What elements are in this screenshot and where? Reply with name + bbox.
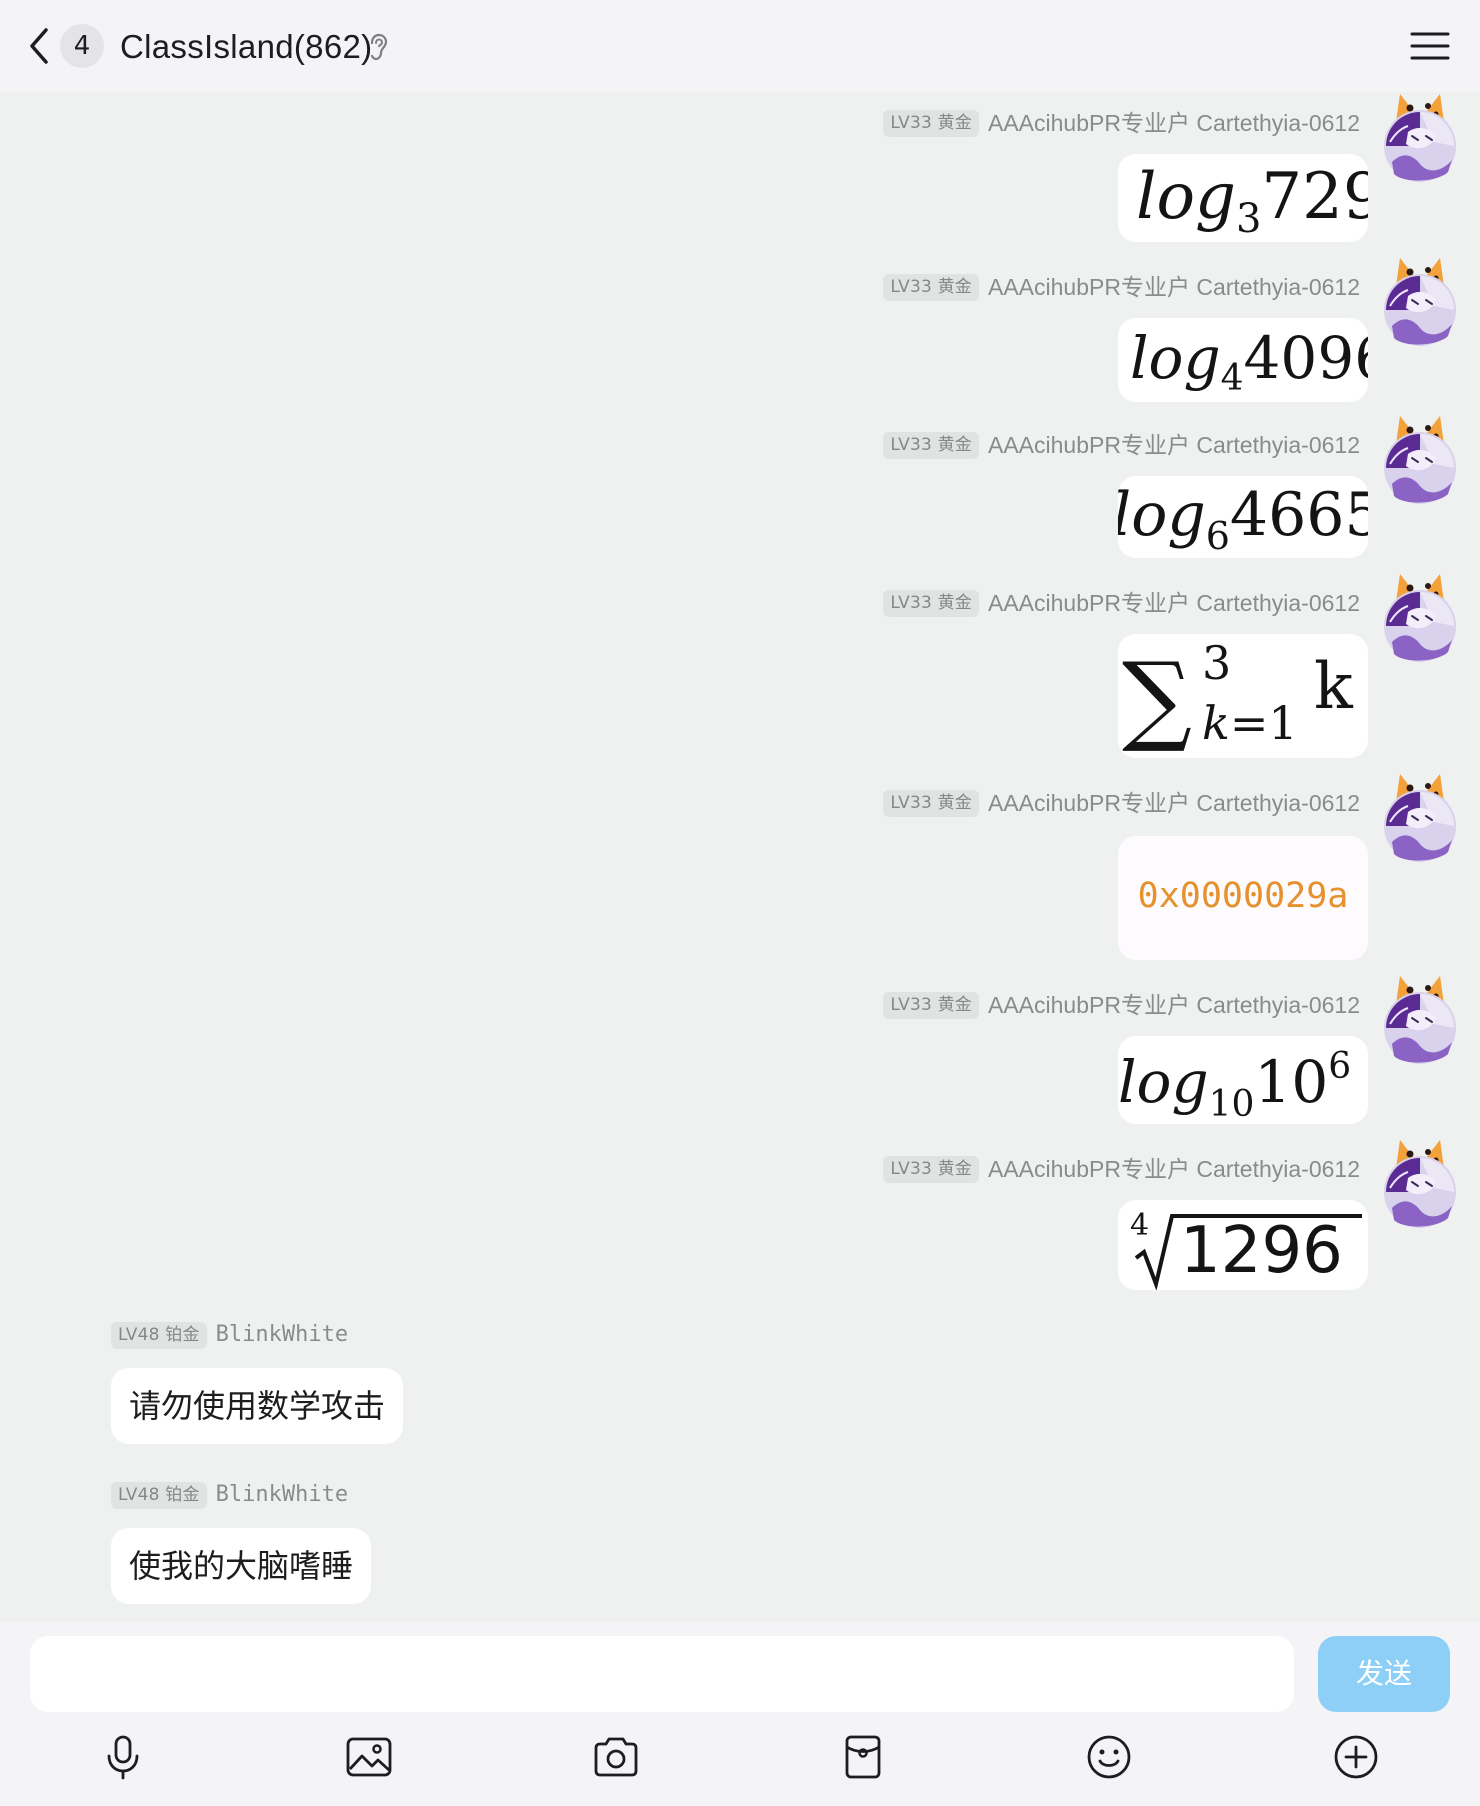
math-expression: log44096: [1130, 324, 1368, 399]
math-log: log: [1118, 480, 1206, 550]
math-image-bubble[interactable]: log44096: [1118, 318, 1368, 402]
level-badge: LV33 黄金: [883, 991, 979, 1019]
microphone-icon[interactable]: [98, 1732, 148, 1782]
image-icon[interactable]: [344, 1732, 394, 1782]
hamburger-menu-icon[interactable]: [1408, 26, 1452, 66]
message-text: 请勿使用数学攻击: [129, 1388, 386, 1424]
math-expression: log3729: [1136, 160, 1368, 242]
sender-nickname[interactable]: AAAcihubPR专业户 Cartethyia-0612: [988, 108, 1360, 138]
math-argument: 729: [1261, 160, 1368, 234]
math-subscript: 4: [1220, 358, 1244, 399]
message-meta: LV48 铂金 BlinkWhite: [111, 1320, 348, 1350]
message-meta: LV33 黄金 AAAcihubPR专业户 Cartethyia-0612: [883, 990, 1360, 1020]
message-meta: LV48 铂金 BlinkWhite: [111, 1480, 348, 1510]
sender-avatar[interactable]: [1382, 1138, 1458, 1230]
sender-nickname[interactable]: AAAcihubPR专业户 Cartethyia-0612: [988, 1154, 1360, 1184]
message-meta: LV33 黄金 AAAcihubPR专业户 Cartethyia-0612: [883, 1154, 1360, 1184]
math-expression: log10106: [1118, 1046, 1351, 1124]
math-index-start: =1: [1229, 696, 1298, 750]
sender-nickname[interactable]: AAAcihubPR专业户 Cartethyia-0612: [988, 990, 1360, 1020]
message-meta: LV33 黄金 AAAcihubPR专业户 Cartethyia-0612: [883, 108, 1360, 138]
level-badge: LV33 黄金: [883, 273, 979, 301]
composer-bar: 发送: [0, 1622, 1480, 1806]
message-meta: LV33 黄金 AAAcihubPR专业户 Cartethyia-0612: [883, 272, 1360, 302]
level-badge: LV33 黄金: [883, 589, 979, 617]
level-badge: LV33 黄金: [883, 109, 979, 137]
math-lower-limit: k=1: [1202, 696, 1298, 750]
message-meta: LV33 黄金 AAAcihubPR专业户 Cartethyia-0612: [883, 588, 1360, 618]
red-packet-icon[interactable]: [838, 1732, 888, 1782]
math-upper-limit: 3: [1202, 636, 1232, 690]
sender-avatar[interactable]: [1382, 256, 1458, 348]
send-button[interactable]: 发送: [1318, 1636, 1450, 1712]
sender-avatar[interactable]: [1382, 572, 1458, 664]
sender-avatar[interactable]: [1382, 772, 1458, 864]
math-subscript: 10: [1208, 1084, 1255, 1124]
math-expression: log646656: [1118, 480, 1368, 558]
math-image-bubble[interactable]: log646656: [1118, 476, 1368, 558]
text-bubble[interactable]: 请勿使用数学攻击: [111, 1368, 404, 1444]
math-image-bubble[interactable]: log3729: [1118, 154, 1368, 242]
math-radicand: 1296: [1180, 1214, 1343, 1288]
math-index-var: k: [1202, 696, 1230, 750]
plus-icon[interactable]: [1331, 1732, 1381, 1782]
sender-nickname[interactable]: AAAcihubPR专业户 Cartethyia-0612: [988, 588, 1360, 618]
sender-avatar[interactable]: [1382, 92, 1458, 184]
sender-nickname[interactable]: BlinkWhite: [216, 1320, 348, 1350]
ear-icon[interactable]: [365, 32, 391, 62]
math-argument: 46656: [1229, 480, 1368, 550]
sender-nickname[interactable]: AAAcihubPR专业户 Cartethyia-0612: [988, 788, 1360, 818]
group-title[interactable]: ClassIsland(862): [120, 24, 372, 70]
sender-avatar[interactable]: [1382, 974, 1458, 1066]
camera-icon[interactable]: [591, 1732, 641, 1782]
math-subscript: 6: [1205, 514, 1230, 558]
unread-count-badge[interactable]: 4: [60, 24, 104, 68]
sender-nickname[interactable]: BlinkWhite: [216, 1480, 348, 1510]
message-meta: LV33 黄金 AAAcihubPR专业户 Cartethyia-0612: [883, 788, 1360, 818]
math-image-bubble[interactable]: log10106: [1118, 1036, 1368, 1124]
code-bubble[interactable]: 0x0000029a: [1118, 836, 1368, 960]
message-input[interactable]: [30, 1636, 1294, 1712]
message-meta: LV33 黄金 AAAcihubPR专业户 Cartethyia-0612: [883, 430, 1360, 460]
level-badge: LV48 铂金: [111, 1481, 207, 1509]
sender-nickname[interactable]: AAAcihubPR专业户 Cartethyia-0612: [988, 272, 1360, 302]
math-argument: 4096: [1243, 324, 1368, 392]
math-image-bubble[interactable]: 4 1296: [1118, 1200, 1368, 1290]
level-badge: LV33 黄金: [883, 1155, 979, 1183]
level-badge: LV33 黄金: [883, 789, 979, 817]
sender-nickname[interactable]: AAAcihubPR专业户 Cartethyia-0612: [988, 430, 1360, 460]
math-image-bubble[interactable]: ∑ 3 k=1 k: [1118, 634, 1368, 758]
level-badge: LV33 黄金: [883, 431, 979, 459]
math-superscript: 6: [1328, 1046, 1352, 1087]
code-text: 0x0000029a: [1137, 876, 1349, 916]
math-subscript: 3: [1235, 196, 1262, 242]
sender-avatar[interactable]: [1382, 414, 1458, 506]
emoji-icon[interactable]: [1084, 1732, 1134, 1782]
math-log: log: [1118, 1048, 1209, 1116]
message-text: 使我的大脑嗜睡: [129, 1548, 354, 1584]
math-sum-symbol: ∑: [1122, 642, 1192, 756]
math-log: log: [1136, 160, 1236, 234]
back-chevron-icon[interactable]: [22, 24, 56, 68]
math-log: log: [1130, 324, 1221, 392]
text-bubble[interactable]: 使我的大脑嗜睡: [111, 1528, 372, 1604]
chat-header: 4 ClassIsland(862): [0, 0, 1480, 92]
level-badge: LV48 铂金: [111, 1321, 207, 1349]
math-summand: k: [1314, 650, 1353, 724]
math-argument: 10: [1254, 1048, 1329, 1116]
